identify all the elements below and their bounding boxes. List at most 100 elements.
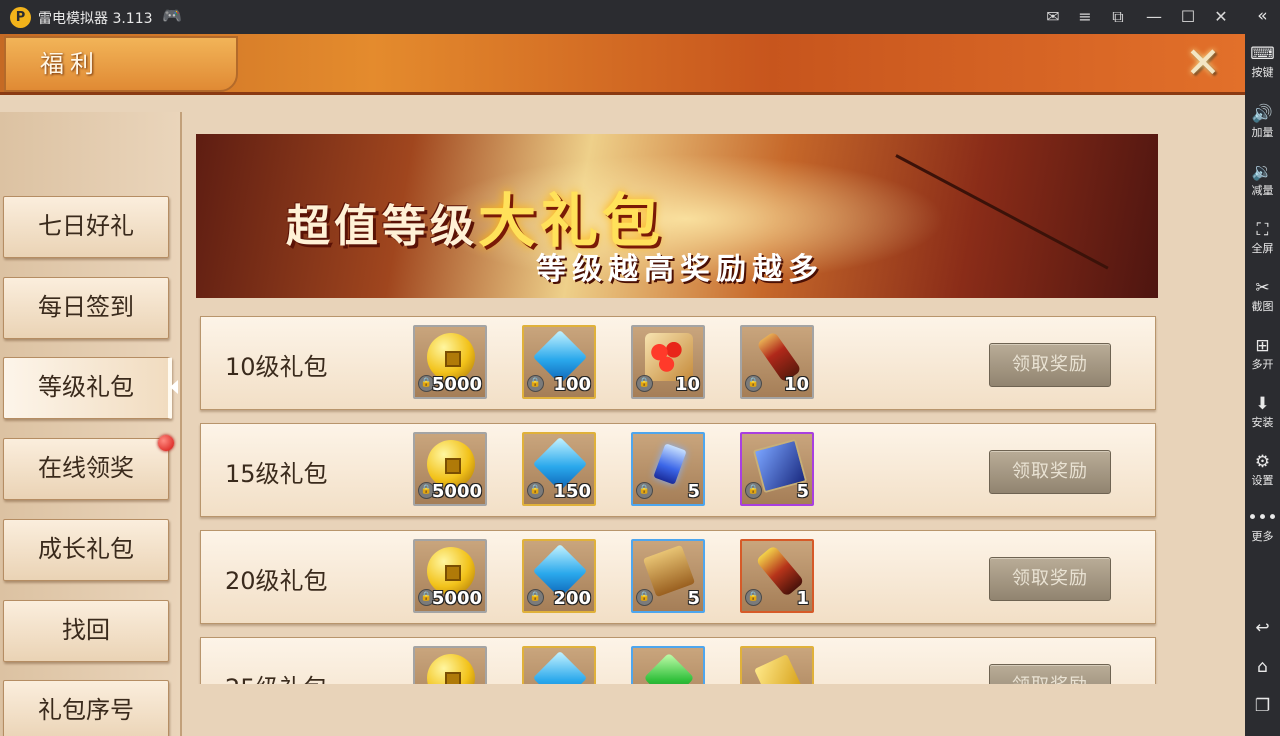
crystal-icon <box>653 443 687 485</box>
coin-icon <box>427 654 475 684</box>
reward-copper-coin[interactable]: 🔒 5000 <box>413 539 487 613</box>
volume-up-icon: 🔊 <box>1251 104 1274 124</box>
gift-row-level-10: 10级礼包 🔒 5000 🔒 100 🔒 10 🔒 10 领取奖励 <box>200 316 1156 410</box>
claim-reward-button[interactable]: 领取奖励 <box>989 664 1111 684</box>
mail-icon[interactable]: ✉ <box>1040 5 1066 29</box>
reward-blue-crystal[interactable]: 🔒 5 <box>631 432 705 506</box>
lock-icon: 🔒 <box>527 589 544 606</box>
close-window-button[interactable]: ✕ <box>1208 5 1234 29</box>
emulator-title-bar: P 雷电模拟器 3.113 🎮 ✉ ≡ ⧉ — ☐ ✕ <box>0 0 1245 34</box>
reward-copper-coin[interactable] <box>413 646 487 684</box>
reward-gold-token[interactable] <box>740 646 814 684</box>
reward-treasure-map[interactable]: 🔒 5 <box>631 539 705 613</box>
item-count: 10 <box>783 374 809 395</box>
gift-row-level-20: 20级礼包 🔒 5000 🔒 200 🔒 5 🔒 1 领取奖励 <box>200 530 1156 624</box>
sidebar-label: 全屏 <box>1251 242 1274 255</box>
sidebar-item-keymap[interactable]: ⌨ 按键 <box>1245 44 1280 80</box>
lock-icon: 🔒 <box>745 589 762 606</box>
restore-small-icon[interactable]: ⧉ <box>1105 5 1131 29</box>
reward-blue-diamond[interactable]: 🔒 200 <box>522 539 596 613</box>
reward-red-scroll[interactable]: 🔒 10 <box>740 325 814 399</box>
home-icon: ⌂ <box>1257 657 1268 677</box>
lock-icon: 🔒 <box>745 482 762 499</box>
emulator-sidebar: « ⌨ 按键 🔊 加量 🔉 减量 ⛶ 全屏 ✂ 截图 ⊞ 多开 ⬇ 安装 ⚙ 设… <box>1245 0 1280 736</box>
close-panel-button[interactable]: ✕ <box>1180 40 1226 86</box>
token-icon <box>754 654 802 684</box>
item-count: 100 <box>553 374 591 395</box>
sidebar-label: 安装 <box>1251 416 1274 429</box>
sidebar-label: 多开 <box>1251 358 1274 371</box>
gamepad-icon[interactable]: 🎮 <box>162 6 182 25</box>
item-count: 5 <box>687 481 700 502</box>
tab-growth-gift[interactable]: 成长礼包 <box>3 519 169 581</box>
welfare-tab-list: 七日好礼 每日签到 等级礼包 在线领奖 成长礼包 找回 礼包序号 <box>0 112 182 736</box>
android-back-button[interactable]: ↩ <box>1245 618 1280 638</box>
sidebar-item-volume-up[interactable]: 🔊 加量 <box>1245 104 1280 140</box>
tab-label: 礼包序号 <box>38 696 134 724</box>
gift-list[interactable]: 10级礼包 🔒 5000 🔒 100 🔒 10 🔒 10 领取奖励 15级礼包 🔒 500… <box>198 312 1158 684</box>
red-dot-notification-icon <box>158 435 174 451</box>
gift-row-level-25: 25级礼包 领取奖励 <box>200 637 1156 684</box>
reward-blue-diamond[interactable]: 🔒 150 <box>522 432 596 506</box>
menu-icon[interactable]: ≡ <box>1072 5 1098 29</box>
welfare-header: 福利 ✕ <box>0 34 1245 95</box>
gift-row-label: 10级礼包 <box>225 353 328 381</box>
reward-blue-diamond[interactable] <box>522 646 596 684</box>
tab-online-reward[interactable]: 在线领奖 <box>3 435 174 500</box>
sidebar-item-volume-down[interactable]: 🔉 减量 <box>1245 162 1280 198</box>
item-count: 5000 <box>431 481 482 502</box>
reward-copper-coin[interactable]: 🔒 5000 <box>413 432 487 506</box>
multi-instance-icon: ⊞ <box>1255 336 1270 356</box>
game-screen: 福利 ✕ 七日好礼 每日签到 等级礼包 在线领奖 成长礼包 找回 礼包序号 超值… <box>0 34 1245 736</box>
claim-reward-button[interactable]: 领取奖励 <box>989 557 1111 601</box>
item-count: 150 <box>553 481 591 502</box>
gift-row-level-15: 15级礼包 🔒 5000 🔒 150 🔒 5 🔒 5 领取奖励 <box>200 423 1156 517</box>
reward-red-berries[interactable]: 🔒 10 <box>631 325 705 399</box>
sidebar-item-multi-instance[interactable]: ⊞ 多开 <box>1245 336 1280 372</box>
more-icon: ••• <box>1247 508 1278 528</box>
reward-golden-scroll[interactable]: 🔒 1 <box>740 539 814 613</box>
item-count: 5 <box>796 481 809 502</box>
sidebar-item-more[interactable]: ••• 更多 <box>1245 508 1280 544</box>
tab-label: 在线领奖 <box>38 454 134 482</box>
android-home-button[interactable]: ⌂ <box>1245 657 1280 677</box>
tab-daily-signin[interactable]: 每日签到 <box>3 277 169 339</box>
reward-copper-coin[interactable]: 🔒 5000 <box>413 325 487 399</box>
sidebar-item-screenshot[interactable]: ✂ 截图 <box>1245 278 1280 314</box>
keyboard-icon: ⌨ <box>1250 44 1275 64</box>
sidebar-item-install-apk[interactable]: ⬇ 安装 <box>1245 394 1280 430</box>
gear-icon: ⚙ <box>1254 452 1271 472</box>
maximize-button[interactable]: ☐ <box>1175 5 1201 29</box>
volume-down-icon: 🔉 <box>1251 162 1274 182</box>
emerald-icon <box>643 652 695 684</box>
tab-retrieve[interactable]: 找回 <box>3 600 169 662</box>
lock-icon: 🔒 <box>636 375 653 392</box>
tab-label: 等级礼包 <box>38 373 134 401</box>
scissors-icon: ✂ <box>1255 278 1270 298</box>
tab-seven-day-gift[interactable]: 七日好礼 <box>3 196 169 258</box>
fullscreen-icon: ⛶ <box>1256 220 1269 240</box>
tab-label: 找回 <box>62 616 110 644</box>
tab-level-gift[interactable]: 等级礼包 <box>3 357 178 419</box>
tab-gift-code[interactable]: 礼包序号 <box>3 680 169 736</box>
claim-reward-button[interactable]: 领取奖励 <box>989 450 1111 494</box>
reward-green-emerald[interactable] <box>631 646 705 684</box>
sidebar-label: 加量 <box>1251 126 1274 139</box>
sidebar-item-fullscreen[interactable]: ⛶ 全屏 <box>1245 220 1280 256</box>
reward-blue-diamond[interactable]: 🔒 100 <box>522 325 596 399</box>
back-icon: ↩ <box>1255 618 1270 638</box>
android-recent-button[interactable]: ❐ <box>1245 696 1280 716</box>
gift-row-label: 15级礼包 <box>225 460 328 488</box>
sidebar-item-settings[interactable]: ⚙ 设置 <box>1245 452 1280 488</box>
banner-subtitle: 等级越高奖励越多 <box>536 252 824 287</box>
claim-reward-button[interactable]: 领取奖励 <box>989 343 1111 387</box>
collapse-sidebar-icon[interactable]: « <box>1245 6 1280 26</box>
sidebar-label: 减量 <box>1251 184 1274 197</box>
emulator-logo-icon: P <box>10 7 31 28</box>
gift-row-label: 25级礼包 <box>225 668 328 684</box>
item-count: 10 <box>674 374 700 395</box>
item-count: 1 <box>796 588 809 609</box>
minimize-button[interactable]: — <box>1141 5 1167 29</box>
item-count: 5000 <box>431 588 482 609</box>
reward-blue-book[interactable]: 🔒 5 <box>740 432 814 506</box>
